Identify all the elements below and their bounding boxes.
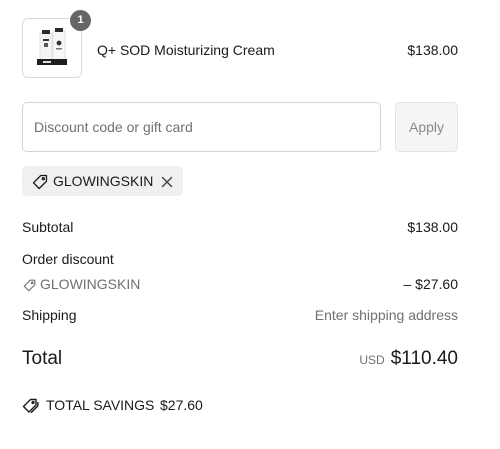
shipping-label: Shipping [22,307,77,323]
applied-discount-code: GLOWINGSKIN [53,173,154,189]
discount-code-text: GLOWINGSKIN [40,276,141,292]
subtotal-label: Subtotal [22,219,74,235]
tag-icon [32,174,48,195]
total-amount: $110.40 [390,348,458,369]
tags-icon [22,398,39,417]
order-discount-label: Order discount [22,251,114,267]
total-label: Total [22,348,63,369]
quantity-badge: 1 [70,10,91,31]
subtotal-value: $138.00 [407,219,458,235]
discount-code-input[interactable] [22,102,381,152]
currency-code: USD [359,353,385,367]
applied-discount-chip: GLOWINGSKIN [22,166,183,196]
total-savings-value: $27.60 [160,397,203,413]
shipping-value: Enter shipping address [314,307,458,323]
tag-icon [23,279,36,295]
total-savings-label: TOTAL SAVINGS [46,397,155,413]
product-line-item: 1 Q+ SOD Moisturizing Cream $138.00 [22,10,458,80]
total-value-group: USD $110.40 [359,348,458,370]
apply-discount-button[interactable]: Apply [395,102,458,152]
close-icon[interactable] [161,175,173,193]
product-name: Q+ SOD Moisturizing Cream [97,42,275,58]
discount-amount: – $27.60 [403,276,459,292]
product-price: $138.00 [407,42,458,58]
